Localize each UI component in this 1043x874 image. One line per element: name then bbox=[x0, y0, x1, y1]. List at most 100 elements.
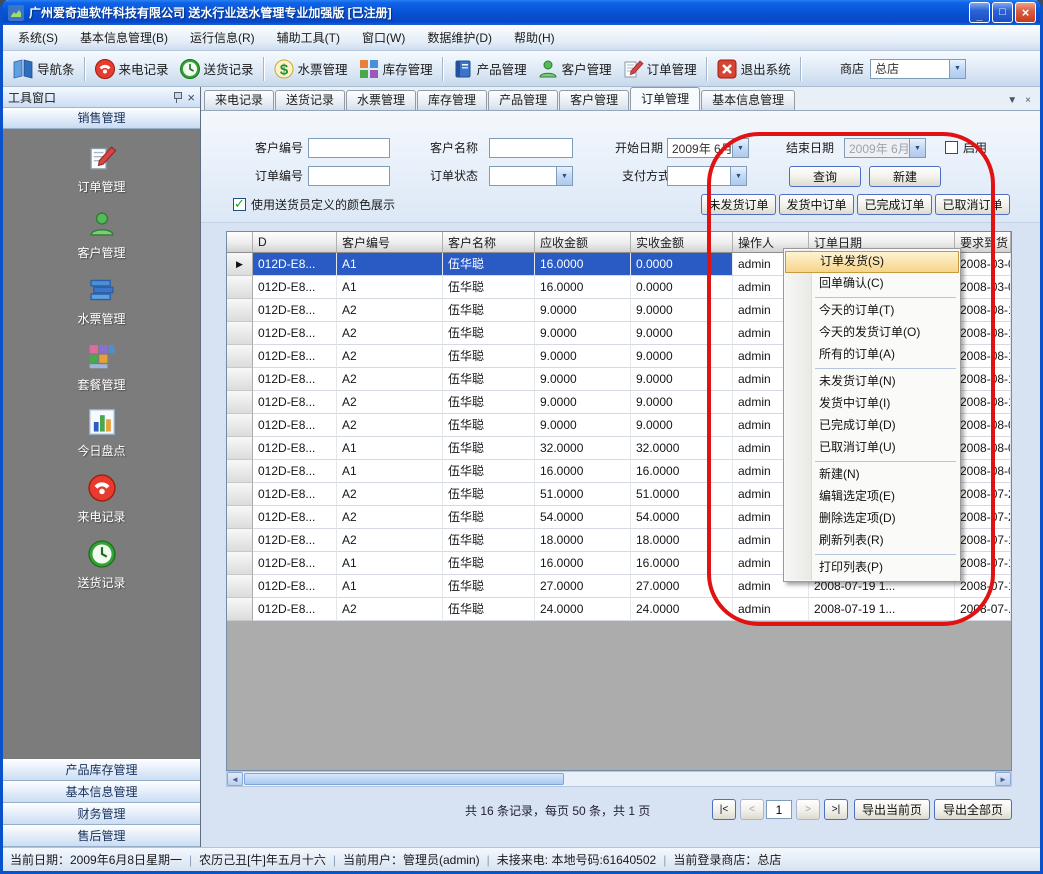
start-date-select[interactable]: 2009年 6月 8日 ▼ bbox=[667, 138, 749, 158]
tab-dropdown-icon[interactable]: ▼ bbox=[1007, 95, 1017, 106]
context-menu-item-8[interactable]: 未发货订单(N) bbox=[785, 371, 959, 393]
order-status-filter-button-3[interactable]: 已完成订单 bbox=[857, 194, 932, 215]
context-menu-item-13[interactable]: 新建(N) bbox=[785, 464, 959, 486]
scroll-left-icon[interactable]: ◄ bbox=[227, 772, 243, 786]
context-menu-item-5[interactable]: 今天的发货订单(O) bbox=[785, 322, 959, 344]
minimize-button[interactable]: _ bbox=[969, 2, 990, 23]
menu-item-1[interactable]: 系统(S) bbox=[7, 25, 69, 50]
order-status-filter-button-4[interactable]: 已取消订单 bbox=[935, 194, 1010, 215]
close-button[interactable]: × bbox=[1015, 2, 1036, 23]
tab-7[interactable]: 订单管理 bbox=[630, 87, 700, 110]
customer-name-input[interactable] bbox=[489, 138, 573, 158]
store-select[interactable]: 总店 ▼ bbox=[870, 59, 966, 79]
context-menu-item-11[interactable]: 已取消订单(U) bbox=[785, 437, 959, 459]
sidebar-group-4[interactable]: 售后管理 bbox=[3, 825, 200, 847]
sidebar-close-icon[interactable]: × bbox=[187, 91, 195, 104]
last-page-button[interactable]: >| bbox=[824, 799, 848, 820]
tab-3[interactable]: 水票管理 bbox=[346, 90, 416, 110]
context-menu-item-18[interactable]: 打印列表(P) bbox=[785, 557, 959, 579]
tab-5[interactable]: 产品管理 bbox=[488, 90, 558, 110]
courier-color-checkbox[interactable] bbox=[233, 198, 246, 211]
column-header-5[interactable]: 实收金额 bbox=[631, 232, 733, 253]
sidebar-items: 订单管理客户管理水票管理套餐管理今日盘点来电记录送货记录 bbox=[3, 129, 200, 759]
sidebar-group-1[interactable]: 产品库存管理 bbox=[3, 759, 200, 781]
column-header-3[interactable]: 客户名称 bbox=[443, 232, 535, 253]
sidebar-item-package[interactable]: 套餐管理 bbox=[42, 341, 162, 403]
context-menu-item-4[interactable]: 今天的订单(T) bbox=[785, 300, 959, 322]
column-header-2[interactable]: 客户编号 bbox=[337, 232, 443, 253]
tab-1[interactable]: 来电记录 bbox=[204, 90, 274, 110]
toolbar-button-inventory[interactable]: 库存管理 bbox=[353, 55, 438, 83]
order-status-filter-button-2[interactable]: 发货中订单 bbox=[779, 194, 854, 215]
toolbar-button-clock[interactable]: 送货记录 bbox=[174, 55, 259, 83]
sidebar-group-sales[interactable]: 销售管理 bbox=[3, 108, 200, 129]
chevron-down-icon[interactable]: ▼ bbox=[732, 139, 748, 157]
prev-page-button[interactable]: < bbox=[740, 799, 764, 820]
sidebar-item-ticket[interactable]: 水票管理 bbox=[42, 275, 162, 337]
menu-item-2[interactable]: 基本信息管理(B) bbox=[69, 25, 179, 50]
enable-label: 启用 bbox=[963, 138, 987, 158]
menu-item-6[interactable]: 数据维护(D) bbox=[416, 25, 503, 50]
chevron-down-icon[interactable]: ▼ bbox=[949, 60, 965, 78]
horizontal-scrollbar[interactable]: ◄ ► bbox=[226, 771, 1012, 787]
toolbar-button-order[interactable]: 订单管理 bbox=[617, 55, 702, 83]
toolbar-button-dollar[interactable]: $水票管理 bbox=[268, 55, 353, 83]
next-page-button[interactable]: > bbox=[796, 799, 820, 820]
maximize-button[interactable]: □ bbox=[992, 2, 1013, 23]
menu-item-4[interactable]: 辅助工具(T) bbox=[266, 25, 351, 50]
order-status-select[interactable]: ▼ bbox=[489, 166, 573, 186]
context-menu-item-14[interactable]: 编辑选定项(E) bbox=[785, 486, 959, 508]
column-header-1[interactable]: D bbox=[253, 232, 337, 253]
sidebar-item-phone[interactable]: 来电记录 bbox=[42, 473, 162, 535]
menu-item-3[interactable]: 运行信息(R) bbox=[179, 25, 266, 50]
table-row[interactable]: 012D-E8...A2伍华聪24.000024.0000admin2008-0… bbox=[227, 598, 1011, 621]
chevron-down-icon[interactable]: ▼ bbox=[730, 167, 746, 185]
context-menu-item-15[interactable]: 删除选定项(D) bbox=[785, 508, 959, 530]
export-current-page-button[interactable]: 导出当前页 bbox=[854, 799, 930, 820]
page-number-input[interactable] bbox=[766, 800, 792, 819]
sidebar-item-customer[interactable]: 客户管理 bbox=[42, 209, 162, 271]
pin-icon[interactable] bbox=[172, 91, 182, 104]
end-date-select[interactable]: 2009年 6月 8日 ▼ bbox=[844, 138, 926, 158]
order-no-input[interactable] bbox=[308, 166, 390, 186]
tab-6[interactable]: 客户管理 bbox=[559, 90, 629, 110]
pay-method-select[interactable]: ▼ bbox=[667, 166, 747, 186]
chevron-down-icon[interactable]: ▼ bbox=[909, 139, 925, 157]
toolbar-button-nav[interactable]: 导航条 bbox=[7, 55, 80, 83]
tab-2[interactable]: 送货记录 bbox=[275, 90, 345, 110]
customer-no-input[interactable] bbox=[308, 138, 390, 158]
context-menu-item-9[interactable]: 发货中订单(I) bbox=[785, 393, 959, 415]
sidebar-group-3[interactable]: 财务管理 bbox=[3, 803, 200, 825]
first-page-button[interactable]: |< bbox=[712, 799, 736, 820]
sidebar-item-clock[interactable]: 送货记录 bbox=[42, 539, 162, 601]
context-menu-item-1[interactable]: 订单发货(S) bbox=[785, 251, 959, 273]
toolbar-button-product[interactable]: 产品管理 bbox=[447, 55, 532, 83]
query-button[interactable]: 查询 bbox=[789, 166, 861, 187]
export-all-pages-button[interactable]: 导出全部页 bbox=[934, 799, 1012, 820]
enable-checkbox[interactable] bbox=[945, 141, 958, 154]
toolbar-button-customer[interactable]: 客户管理 bbox=[532, 55, 617, 83]
menu-item-5[interactable]: 窗口(W) bbox=[351, 25, 416, 50]
context-menu-item-2[interactable]: 回单确认(C) bbox=[785, 273, 959, 295]
new-button[interactable]: 新建 bbox=[869, 166, 941, 187]
context-menu-item-6[interactable]: 所有的订单(A) bbox=[785, 344, 959, 366]
tab-4[interactable]: 库存管理 bbox=[417, 90, 487, 110]
toolbar-button-phone[interactable]: 来电记录 bbox=[89, 55, 174, 83]
toolbar-button-exit[interactable]: 退出系统 bbox=[711, 55, 796, 83]
order-status-filter-button-1[interactable]: 未发货订单 bbox=[701, 194, 776, 215]
tab-8[interactable]: 基本信息管理 bbox=[701, 90, 795, 110]
scrollbar-thumb[interactable] bbox=[244, 773, 564, 785]
menu-item-7[interactable]: 帮助(H) bbox=[503, 25, 566, 50]
sidebar-item-order[interactable]: 订单管理 bbox=[42, 143, 162, 205]
sidebar-group-2[interactable]: 基本信息管理 bbox=[3, 781, 200, 803]
scroll-right-icon[interactable]: ► bbox=[995, 772, 1011, 786]
cell: 伍华聪 bbox=[443, 460, 535, 483]
tab-close-icon[interactable]: × bbox=[1025, 95, 1031, 106]
column-header-8[interactable]: 要求到货日期 bbox=[955, 232, 1011, 253]
sidebar-item-chart[interactable]: 今日盘点 bbox=[42, 407, 162, 469]
chevron-down-icon[interactable]: ▼ bbox=[556, 167, 572, 185]
context-menu-item-10[interactable]: 已完成订单(D) bbox=[785, 415, 959, 437]
column-header-4[interactable]: 应收金额 bbox=[535, 232, 631, 253]
menu-bar: 系统(S)基本信息管理(B)运行信息(R)辅助工具(T)窗口(W)数据维护(D)… bbox=[3, 25, 1040, 51]
context-menu-item-16[interactable]: 刷新列表(R) bbox=[785, 530, 959, 552]
